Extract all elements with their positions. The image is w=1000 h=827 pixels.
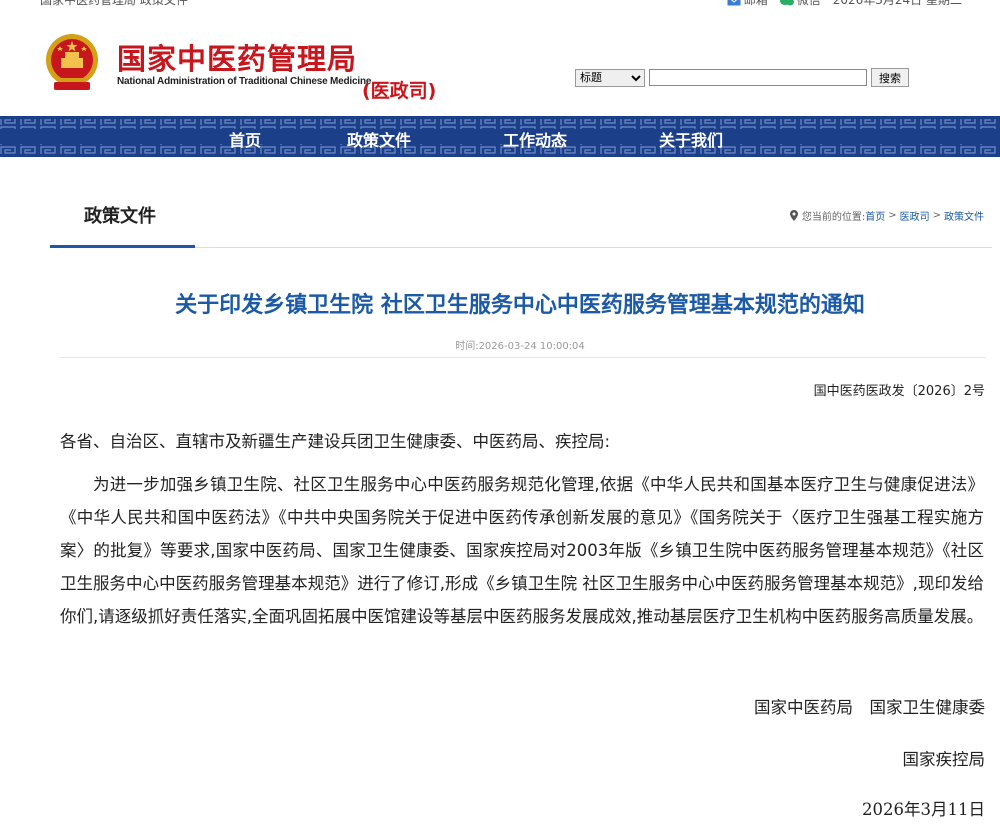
nav-item-news[interactable]: 工作动态 — [503, 127, 567, 151]
article-time: 时间:2026-03-24 10:00:04 — [455, 341, 585, 352]
search-type-select[interactable]: 标题 — [575, 68, 645, 87]
nav-item-home[interactable]: 首页 — [229, 127, 261, 151]
wechat-icon — [779, 0, 794, 5]
site-logo-subtitle: National Administration of Traditional C… — [117, 76, 372, 87]
issue-date: 2026年3月11日 — [862, 800, 985, 819]
nav-items: 首页 政策文件 工作动态 关于我们 — [0, 116, 1000, 157]
breadcrumb-separator: > — [932, 210, 941, 221]
divider — [60, 357, 986, 358]
mail-icon — [727, 0, 741, 5]
top-bar: 国家中医药管理局 政策文件 邮箱 微信 2026年3月24日 星期二 — [0, 0, 1000, 10]
breadcrumb-home[interactable]: 首页 — [865, 208, 885, 223]
main-nav: 首页 政策文件 工作动态 关于我们 — [0, 116, 1000, 157]
site-header: 国家中医药管理局 National Administration of Trad… — [0, 10, 1000, 116]
nav-item-about[interactable]: 关于我们 — [659, 127, 723, 151]
search-input[interactable] — [649, 69, 867, 86]
location-pin-icon — [789, 210, 798, 221]
article-body: 各省、自治区、直辖市及新疆生产建设兵团卫生健康委、中医药局、疾控局: 为进一步加… — [60, 425, 984, 633]
top-bar-site-text: 国家中医药管理局 政策文件 — [40, 0, 188, 7]
article-paragraph: 为进一步加强乡镇卫生院、社区卫生服务中心中医药服务规范化管理,依据《中华人民共和… — [60, 475, 984, 626]
site-logo-title[interactable]: 国家中医药管理局 — [117, 36, 357, 78]
section-title: 政策文件 — [84, 206, 156, 227]
email-link[interactable]: 邮箱 — [727, 0, 768, 8]
section-header: 政策文件 您当前的位置: 首页 > 医政司 > 政策文件 — [50, 157, 992, 248]
breadcrumb-prefix: 您当前的位置: — [801, 212, 866, 223]
signatories: 国家中医药局 国家卫生健康委 — [754, 698, 985, 717]
section-title-underline — [50, 245, 195, 248]
wechat-link[interactable]: 微信 — [779, 0, 821, 8]
main-content: 政策文件 您当前的位置: 首页 > 医政司 > 政策文件 关于印发乡镇卫生院 社… — [40, 157, 1000, 827]
nav-item-policy[interactable]: 政策文件 — [347, 127, 411, 151]
signatory-secondary: 国家疾控局 — [902, 750, 986, 769]
department-label: (医政司) — [362, 80, 437, 102]
current-date: 2026年3月24日 星期二 — [832, 0, 962, 7]
breadcrumb: 您当前的位置: 首页 > 医政司 > 政策文件 — [789, 208, 984, 223]
breadcrumb-separator: > — [888, 210, 897, 221]
top-bar-right: 邮箱 微信 2026年3月24日 星期二 — [727, 0, 962, 8]
national-emblem-icon[interactable] — [44, 32, 100, 94]
search-button[interactable]: 搜索 — [871, 68, 909, 87]
article-title: 关于印发乡镇卫生院 社区卫生服务中心中医药服务管理基本规范的通知 — [175, 292, 865, 318]
breadcrumb-policy[interactable]: 政策文件 — [944, 208, 984, 223]
document-number: 国中医药医政发〔2026〕2号 — [813, 384, 985, 399]
search-bar: 标题 搜索 — [575, 68, 909, 87]
breadcrumb-dept[interactable]: 医政司 — [900, 208, 930, 223]
salutation: 各省、自治区、直辖市及新疆生产建设兵团卫生健康委、中医药局、疾控局: — [60, 432, 611, 451]
